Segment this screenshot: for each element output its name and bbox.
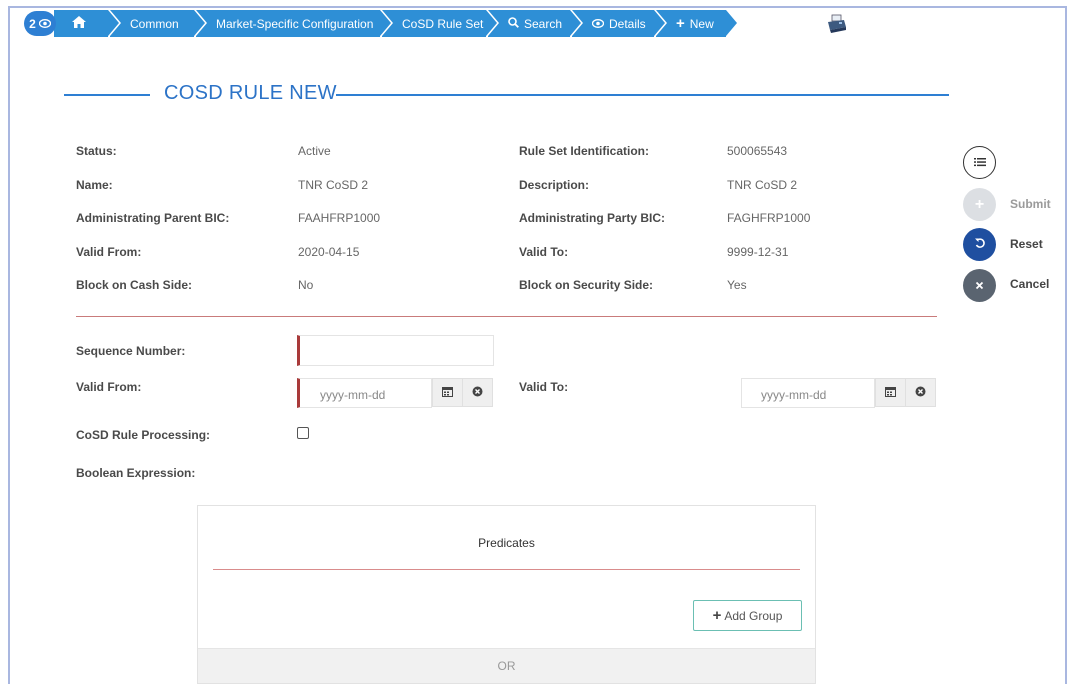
page-title: COSD RULE NEW	[164, 82, 337, 104]
breadcrumb-home[interactable]	[54, 10, 119, 37]
breadcrumb-search[interactable]: Search	[488, 10, 581, 37]
admin-party-bic-value: FAGHFRP1000	[727, 211, 811, 225]
predicates-panel: Predicates + Add Group OR	[197, 505, 816, 684]
boolean-expression-label: Boolean Expression:	[76, 466, 196, 480]
calendar-icon	[442, 386, 453, 400]
sequence-number-label: Sequence Number:	[76, 344, 186, 358]
calendar-icon	[885, 386, 896, 400]
breadcrumb-cosd-rule-set[interactable]: CoSD Rule Set	[382, 10, 497, 37]
admin-party-bic-label: Administrating Party BIC:	[519, 211, 666, 225]
valid-to-input[interactable]: yyyy-mm-dd	[741, 378, 875, 408]
breadcrumb-market-config-label: Market-Specific Configuration	[216, 16, 374, 31]
valid-from-label: Valid From:	[76, 245, 142, 259]
valid-from-calendar-button[interactable]	[432, 378, 463, 407]
cancel-label[interactable]: Cancel	[1010, 277, 1049, 291]
title-divider-left	[64, 94, 150, 96]
valid-from-input[interactable]: yyyy-mm-dd	[297, 378, 432, 408]
breadcrumb-new[interactable]: + New	[656, 10, 737, 37]
valid-from-value: 2020-04-15	[298, 245, 360, 259]
page-title-row: COSD RULE NEW	[64, 82, 949, 108]
name-value: TNR CoSD 2	[298, 178, 369, 192]
rule-set-id-value: 500065543	[727, 144, 788, 158]
block-security-value: Yes	[727, 278, 747, 292]
breadcrumb-details-label: Details	[609, 16, 646, 31]
name-label: Name:	[76, 178, 113, 192]
cosd-processing-checkbox[interactable]	[297, 427, 309, 439]
breadcrumb-common[interactable]: Common	[110, 10, 205, 37]
close-icon	[975, 278, 984, 293]
add-group-button[interactable]: + Add Group	[693, 600, 802, 631]
plus-icon: +	[712, 607, 722, 624]
predicates-title: Predicates	[478, 536, 535, 550]
home-icon	[72, 16, 86, 31]
breadcrumb-new-label: New	[689, 16, 714, 31]
breadcrumb-common-label: Common	[130, 16, 179, 31]
block-cash-label: Block on Cash Side:	[76, 278, 193, 292]
valid-from-clear-button[interactable]	[462, 378, 493, 407]
description-label: Description:	[519, 178, 590, 192]
status-value: Active	[298, 144, 331, 158]
plus-icon: +	[676, 15, 685, 32]
eye-icon	[38, 17, 51, 31]
status-label: Status:	[76, 144, 117, 158]
submit-button[interactable]: +	[963, 188, 996, 221]
breadcrumb-cosd-rule-set-label: CoSD Rule Set	[402, 16, 484, 31]
section-divider	[76, 316, 937, 317]
submit-label[interactable]: Submit	[1010, 197, 1051, 211]
admin-parent-bic-label: Administrating Parent BIC:	[76, 211, 230, 225]
valid-to-placeholder: yyyy-mm-dd	[761, 388, 827, 402]
predicates-divider	[213, 569, 800, 570]
printer-icon[interactable]	[826, 14, 848, 34]
admin-parent-bic-value: FAAHFRP1000	[298, 211, 381, 225]
list-icon	[973, 155, 986, 170]
block-security-label: Block on Security Side:	[519, 278, 654, 292]
cancel-button[interactable]	[963, 269, 996, 302]
search-icon	[508, 16, 519, 31]
clear-icon	[915, 386, 926, 400]
list-button[interactable]	[963, 146, 996, 179]
form-valid-to-label: Valid To:	[519, 380, 569, 394]
or-label: OR	[497, 659, 516, 673]
or-bar[interactable]: OR	[198, 648, 815, 683]
rule-set-id-label: Rule Set Identification:	[519, 144, 650, 158]
history-badge[interactable]: 2	[24, 11, 56, 36]
title-divider-right	[336, 94, 949, 96]
history-count: 2	[29, 16, 36, 31]
block-cash-value: No	[298, 278, 314, 292]
breadcrumb-details[interactable]: Details	[572, 10, 665, 37]
breadcrumb-market-specific-configuration[interactable]: Market-Specific Configuration	[196, 10, 391, 37]
reset-label[interactable]: Reset	[1010, 237, 1043, 251]
valid-to-clear-button[interactable]	[905, 378, 936, 407]
breadcrumb: 2 Common Market-Specific Configuration C…	[24, 10, 737, 37]
eye-icon	[591, 17, 605, 31]
cosd-processing-label: CoSD Rule Processing:	[76, 428, 211, 442]
plus-icon: +	[974, 195, 985, 213]
add-group-label: Add Group	[724, 608, 783, 623]
undo-icon	[974, 237, 986, 252]
valid-to-label: Valid To:	[519, 245, 569, 259]
valid-to-value: 9999-12-31	[727, 245, 789, 259]
description-value: TNR CoSD 2	[727, 178, 798, 192]
form-valid-from-label: Valid From:	[76, 380, 142, 394]
clear-icon	[472, 386, 483, 400]
breadcrumb-search-label: Search	[524, 16, 563, 31]
valid-from-placeholder: yyyy-mm-dd	[320, 388, 386, 402]
valid-to-calendar-button[interactable]	[875, 378, 906, 407]
reset-button[interactable]	[963, 228, 996, 261]
sequence-number-input[interactable]	[297, 335, 494, 366]
